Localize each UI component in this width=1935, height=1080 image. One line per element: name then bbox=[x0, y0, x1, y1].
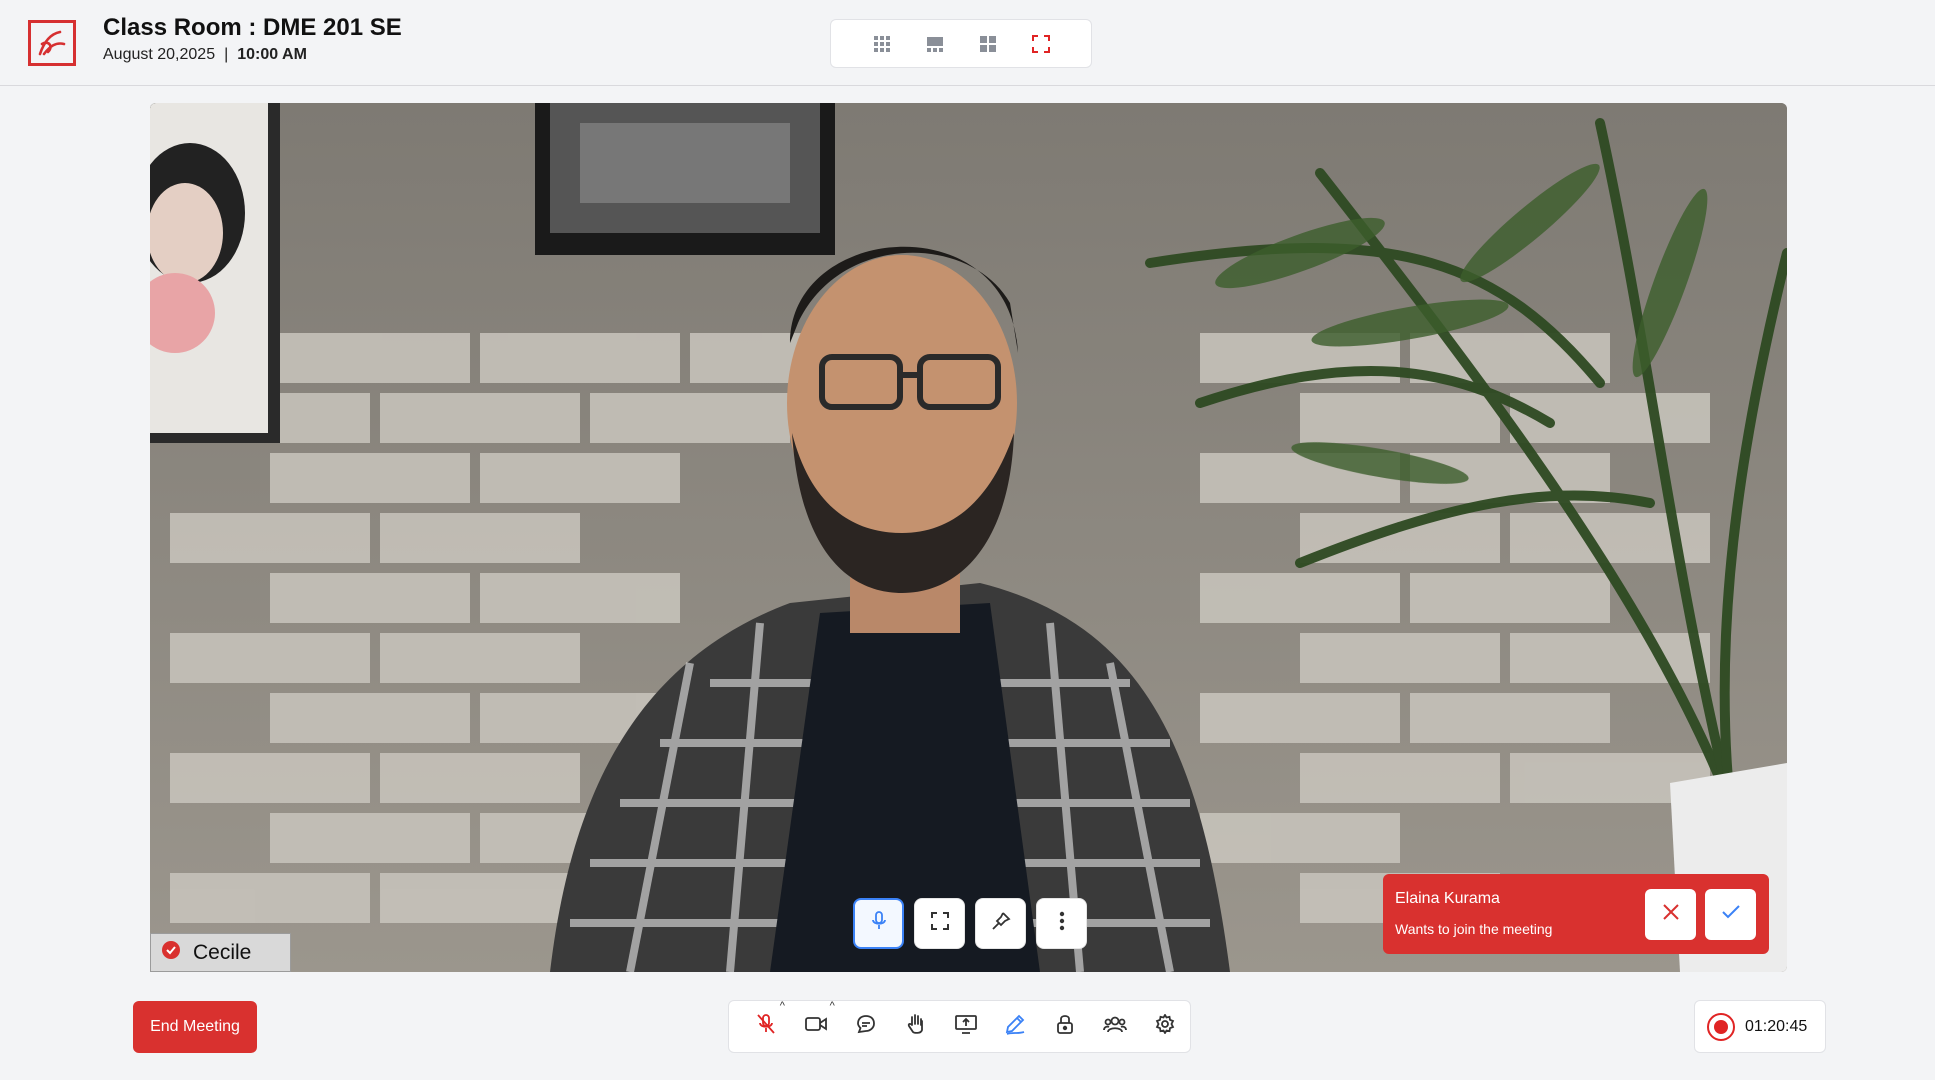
join-request-message: Wants to join the meeting bbox=[1395, 921, 1553, 937]
tile-mic-button[interactable] bbox=[853, 898, 904, 949]
participants-icon bbox=[1103, 1014, 1128, 1039]
whiteboard-button[interactable] bbox=[990, 1007, 1040, 1047]
raise-hand-icon bbox=[906, 1013, 926, 1040]
tile-more-button[interactable] bbox=[1036, 898, 1087, 949]
settings-icon bbox=[1155, 1013, 1175, 1039]
verified-badge-icon bbox=[161, 940, 181, 966]
settings-button[interactable] bbox=[1140, 1007, 1190, 1047]
camera-options-caret-icon[interactable]: ^ bbox=[830, 1000, 835, 1012]
join-request-name: Elaina Kurama bbox=[1395, 890, 1500, 907]
mic-toggle-button[interactable]: ^ bbox=[741, 1000, 791, 1047]
reject-join-button[interactable] bbox=[1645, 889, 1696, 940]
layout-switcher bbox=[830, 19, 1092, 68]
whiteboard-pen-icon bbox=[1004, 1013, 1026, 1040]
pin-icon bbox=[991, 911, 1011, 936]
participant-name: Cecile bbox=[193, 940, 252, 964]
lock-icon bbox=[1056, 1013, 1074, 1040]
participant-name-tag: Cecile bbox=[150, 933, 291, 972]
raise-hand-button[interactable] bbox=[891, 1007, 941, 1047]
accept-join-button[interactable] bbox=[1705, 889, 1756, 940]
tile-controls bbox=[853, 898, 1087, 949]
fullscreen-icon[interactable] bbox=[1021, 26, 1061, 62]
fullscreen-icon bbox=[930, 911, 950, 936]
mic-off-icon bbox=[756, 1013, 776, 1040]
top-header: Class Room : DME 201 SE August 20,2025 | 1… bbox=[0, 0, 1935, 86]
check-icon bbox=[1721, 904, 1741, 925]
end-meeting-button[interactable]: End Meeting bbox=[133, 1001, 257, 1053]
meeting-toolbar: ^ ^ bbox=[728, 1000, 1191, 1053]
recording-icon[interactable] bbox=[1707, 1012, 1735, 1041]
lock-meeting-button[interactable] bbox=[1040, 1007, 1090, 1047]
more-vertical-icon bbox=[1059, 911, 1065, 936]
meeting-date: August 20,2025 bbox=[103, 46, 216, 63]
datetime-separator: | bbox=[224, 46, 229, 63]
recording-timer: 01:20:45 bbox=[1694, 1000, 1826, 1053]
meeting-datetime: August 20,2025 | 10:00 AM bbox=[103, 46, 307, 64]
chat-button[interactable] bbox=[841, 1007, 891, 1047]
recording-time: 01:20:45 bbox=[1745, 1017, 1808, 1035]
grid-9-icon[interactable] bbox=[862, 26, 902, 62]
share-screen-icon bbox=[954, 1014, 977, 1039]
mic-options-caret-icon[interactable]: ^ bbox=[780, 1000, 785, 1012]
participants-button[interactable] bbox=[1090, 1007, 1140, 1047]
camera-toggle-button[interactable]: ^ bbox=[791, 1000, 841, 1047]
close-icon bbox=[1662, 903, 1680, 926]
mic-icon bbox=[869, 910, 889, 937]
participant-video-frame bbox=[150, 103, 1787, 972]
speaker-view-icon[interactable] bbox=[915, 26, 955, 62]
share-screen-button[interactable] bbox=[941, 1007, 991, 1047]
page-title: Class Room : DME 201 SE bbox=[103, 14, 402, 41]
main-video-tile bbox=[150, 103, 1787, 972]
brand-logo-icon bbox=[28, 20, 76, 66]
camera-icon bbox=[804, 1016, 827, 1037]
tile-pin-button[interactable] bbox=[975, 898, 1026, 949]
join-request-notification: Elaina Kurama Wants to join the meeting bbox=[1383, 874, 1769, 954]
meeting-time: 10:00 AM bbox=[237, 46, 307, 63]
grid-4-icon[interactable] bbox=[968, 26, 1008, 62]
tile-fullscreen-button[interactable] bbox=[914, 898, 965, 949]
chat-icon bbox=[856, 1014, 876, 1039]
